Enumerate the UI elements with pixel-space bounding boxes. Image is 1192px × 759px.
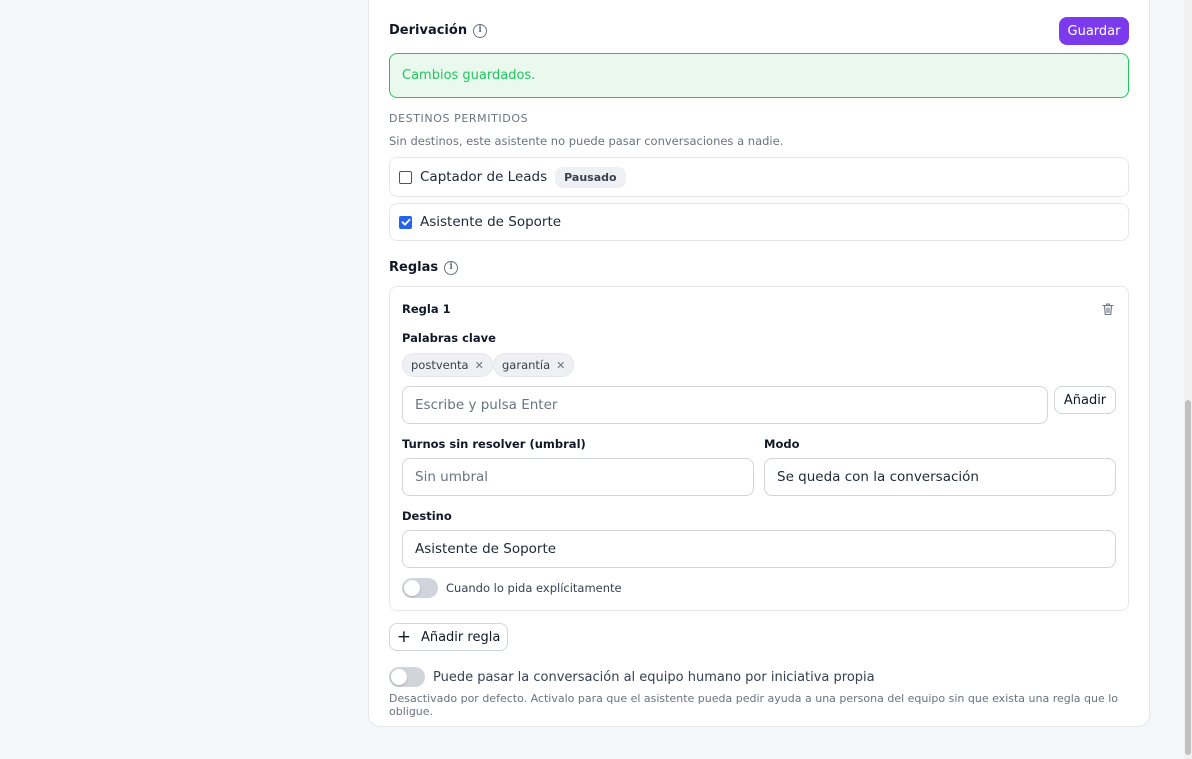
remove-icon[interactable]: ✕ [475,359,484,372]
mode-value: Se queda con la conversación [777,469,979,485]
save-button[interactable]: Guardar [1059,17,1129,45]
mode-label: Modo [764,437,800,451]
explicit-toggle-row: Cuando lo pida explícitamente [402,578,622,598]
keywords-label: Palabras clave [402,331,496,345]
explicit-toggle[interactable] [402,578,438,598]
plus-icon: + [396,626,411,647]
remove-icon[interactable]: ✕ [556,359,565,372]
checkbox[interactable] [399,170,412,184]
threshold-input[interactable] [402,458,754,496]
rule-card: Regla 1 Palabras clave postventa ✕ garan… [389,286,1129,611]
add-rule-label: Añadir regla [420,629,501,645]
rule-title: Regla 1 [402,302,451,316]
add-keyword-button[interactable]: Añadir [1054,386,1116,414]
destinations-hint: Sin destinos, este asistente no puede pa… [389,134,784,148]
scrollbar[interactable] [1184,0,1192,759]
human-handoff-label: Puede pasar la conversación al equipo hu… [433,669,875,685]
destinations-heading: DESTINOS PERMITIDOS [389,112,529,125]
destination-option-soporte[interactable]: Asistente de Soporte [389,203,1129,241]
keyword-text: postventa [411,358,469,372]
rules-title: Reglas [389,260,439,275]
status-badge: Pausado [555,166,626,188]
add-rule-button[interactable]: + Añadir regla [389,623,508,651]
keyword-chip: garantía ✕ [493,353,575,377]
destination-label: Asistente de Soporte [420,214,562,230]
mode-select[interactable]: Se queda con la conversación [764,458,1116,496]
derivation-title: Derivación [389,23,468,38]
success-alert: Cambios guardados. [389,53,1129,98]
destination-option-captador[interactable]: Captador de Leads Pausado [389,157,1129,197]
info-icon[interactable]: i [473,23,488,38]
destination-value: Asistente de Soporte [415,541,557,557]
success-message: Cambios guardados. [402,68,536,83]
derivation-header: Derivación i [389,23,488,38]
trash-icon[interactable] [1101,301,1115,320]
scrollbar-thumb[interactable] [1185,400,1191,755]
keyword-text: garantía [502,358,551,372]
derivation-card: Derivación i Guardar Cambios guardados. … [368,0,1150,727]
destination-label: Captador de Leads [420,169,548,185]
destination-select[interactable]: Asistente de Soporte [402,530,1116,568]
threshold-label: Turnos sin resolver (umbral) [402,437,586,451]
human-handoff-row: Puede pasar la conversación al equipo hu… [389,667,875,687]
human-handoff-toggle[interactable] [389,667,425,687]
keyword-input[interactable] [402,386,1048,424]
destination-label: Destino [402,509,452,523]
keyword-chip: postventa ✕ [402,353,493,377]
human-handoff-hint: Desactivado por defecto. Activalo para q… [389,692,1119,718]
rules-header: Reglas i [389,260,459,275]
checkbox-checked[interactable] [399,215,412,229]
check-icon [401,218,410,226]
info-icon[interactable]: i [444,260,459,275]
explicit-toggle-label: Cuando lo pida explícitamente [446,581,622,595]
